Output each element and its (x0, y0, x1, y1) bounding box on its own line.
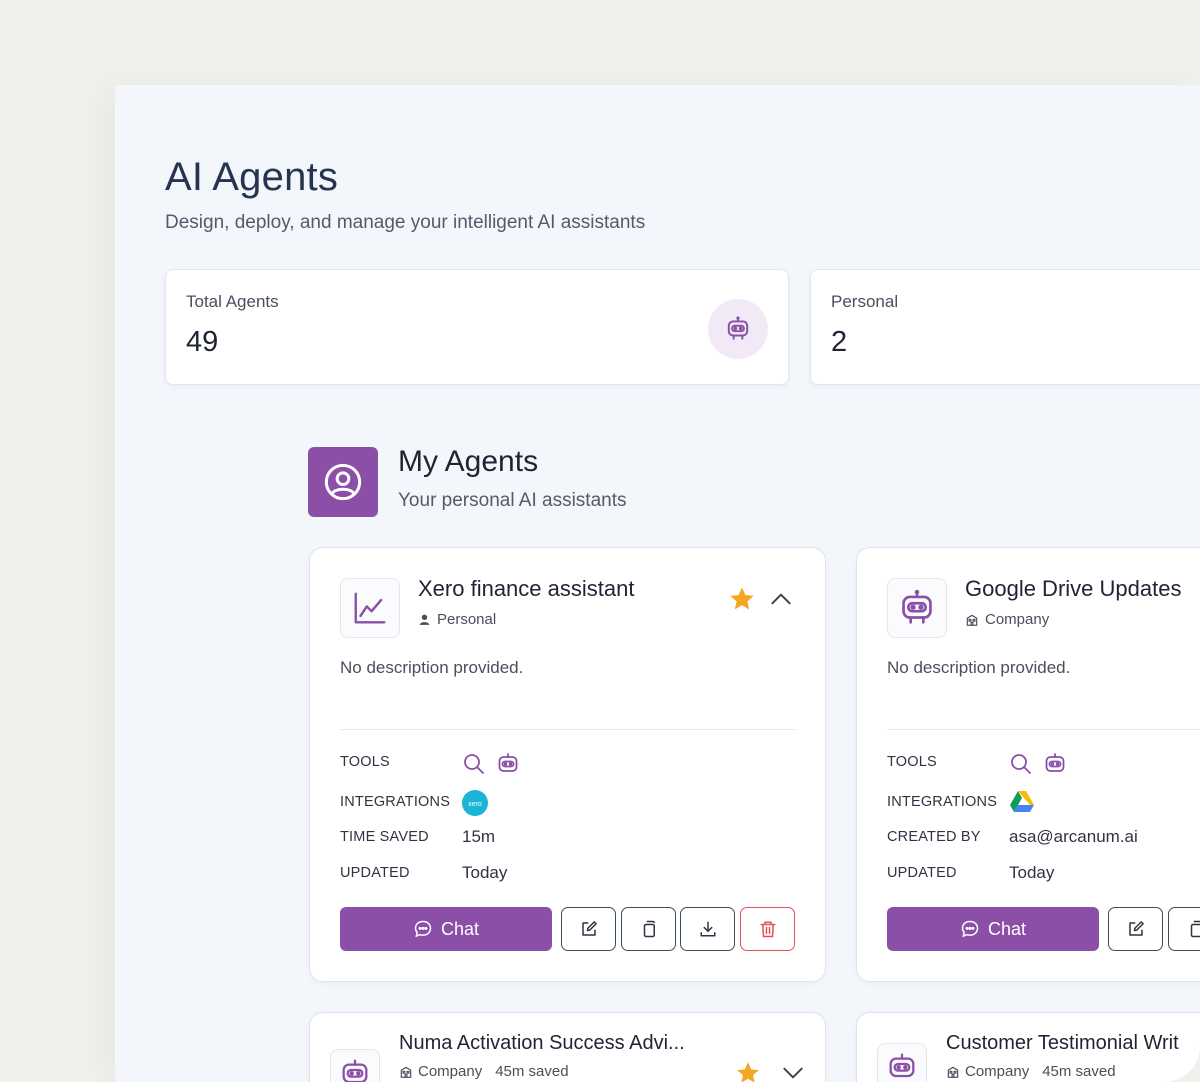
section-subtitle: Your personal AI assistants (398, 490, 627, 511)
integrations-label: INTEGRATIONS (887, 794, 998, 810)
duplicate-button[interactable] (621, 907, 676, 951)
window-frame: AI Agents Design, deploy, and manage you… (0, 0, 1200, 1082)
agent-card[interactable]: Xero finance assistant Personal No descr… (309, 547, 826, 982)
robot-icon (708, 299, 768, 359)
star-icon[interactable] (728, 585, 756, 613)
duplicate-button[interactable] (1168, 907, 1200, 951)
stat-label: Total Agents (186, 292, 279, 311)
tools-label: TOOLS (887, 754, 937, 770)
robot-icon (330, 1049, 380, 1082)
page-title: AI Agents (165, 155, 339, 199)
delete-button[interactable] (740, 907, 795, 951)
chat-label: Chat (987, 918, 1027, 939)
user-circle-icon (308, 447, 378, 517)
agent-type-label: Company (985, 611, 1050, 628)
download-icon (700, 921, 715, 937)
integrations-list (1009, 790, 1035, 814)
divider (887, 729, 1200, 730)
agent-type: Personal (418, 611, 496, 628)
agent-type: Company (965, 611, 1049, 628)
stat-value: 49 (186, 326, 219, 358)
edit-icon (581, 921, 597, 936)
stat-card-total-agents: Total Agents 49 (165, 269, 789, 385)
user-icon (419, 614, 430, 625)
agent-type-label: Company (965, 1063, 1030, 1080)
agent-name[interactable]: Xero finance assistant (418, 576, 634, 602)
edit-button[interactable] (561, 907, 616, 951)
time-saved-value: 15m (462, 827, 496, 846)
updated-label: UPDATED (887, 865, 957, 881)
chat-bubble-icon (414, 920, 432, 938)
search-icon (1011, 754, 1031, 774)
agent-card[interactable]: Customer Testimonial Writ Company 45m sa… (856, 1012, 1200, 1082)
stat-card-personal: Personal 2 (810, 269, 1200, 385)
integrations-list: xero (462, 790, 488, 816)
time-saved-value: 45m saved (495, 1063, 569, 1080)
xero-icon: xero (462, 790, 488, 816)
agent-type: Company 45m saved (399, 1063, 569, 1080)
updated-value: Today (1009, 863, 1055, 882)
edit-button[interactable] (1108, 907, 1163, 951)
agent-type-label: Personal (437, 611, 497, 628)
agent-card[interactable]: Numa Activation Success Advi... Company … (309, 1012, 826, 1082)
chat-button[interactable]: Chat (340, 907, 552, 951)
google-drive-icon (1010, 791, 1034, 812)
edit-icon (1128, 921, 1144, 936)
agent-type: Company 45m saved (946, 1063, 1116, 1080)
agent-description: No description provided. (340, 658, 524, 677)
chat-label: Chat (440, 918, 480, 939)
app-content: AI Agents Design, deploy, and manage you… (115, 85, 1200, 1082)
agent-description: No description provided. (887, 658, 1071, 677)
building-icon (400, 1066, 412, 1078)
updated-value: Today (462, 863, 508, 882)
line-chart-icon (340, 578, 400, 638)
time-saved-value: 45m saved (1042, 1063, 1116, 1080)
tools-list (1009, 752, 1067, 776)
integrations-label: INTEGRATIONS (340, 794, 451, 810)
agent-name[interactable]: Customer Testimonial Writ (946, 1032, 1179, 1055)
stat-value: 2 (831, 326, 848, 358)
agent-name[interactable]: Google Drive Updates (965, 576, 1181, 602)
page-subtitle: Design, deploy, and manage your intellig… (165, 212, 646, 233)
building-icon (947, 1066, 959, 1078)
building-icon (966, 614, 978, 626)
svg-text:xero: xero (468, 801, 482, 808)
chat-button[interactable]: Chat (887, 907, 1099, 951)
robot-icon (877, 1043, 927, 1082)
created-by-value: asa@arcanum.ai (1009, 827, 1138, 846)
robot-icon (498, 753, 518, 772)
updated-label: UPDATED (340, 865, 410, 881)
download-button[interactable] (680, 907, 735, 951)
tools-label: TOOLS (340, 754, 390, 770)
chevron-up-icon[interactable] (768, 586, 794, 612)
copy-icon (1190, 920, 1200, 938)
agent-name[interactable]: Numa Activation Success Advi... (399, 1032, 685, 1055)
chevron-down-icon[interactable] (780, 1060, 806, 1082)
search-icon (464, 754, 484, 774)
time-saved-label: TIME SAVED (340, 829, 429, 845)
section-title: My Agents (398, 445, 539, 478)
tools-list (462, 752, 520, 776)
copy-icon (643, 920, 655, 938)
star-icon[interactable] (735, 1060, 761, 1082)
divider (340, 729, 795, 730)
stat-label: Personal (831, 292, 899, 311)
agent-card[interactable]: Google Drive Updates Company No descript… (856, 547, 1200, 982)
trash-icon (760, 921, 775, 938)
chat-bubble-icon (961, 920, 979, 938)
created-by-label: CREATED BY (887, 829, 981, 845)
robot-icon (1045, 753, 1065, 772)
agent-type-label: Company (418, 1063, 483, 1080)
robot-icon (887, 578, 947, 638)
